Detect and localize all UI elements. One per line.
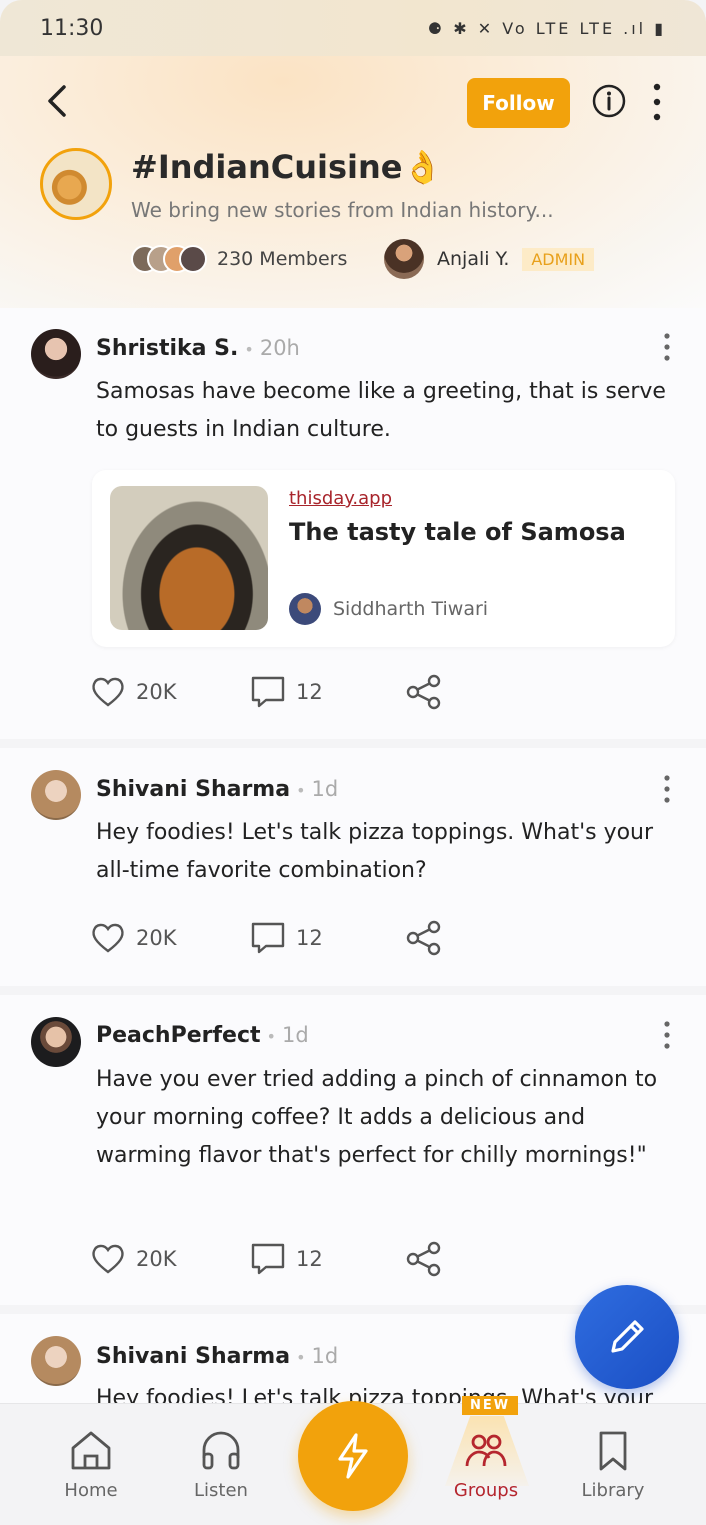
admin-avatar xyxy=(384,239,424,279)
home-icon xyxy=(71,1431,111,1470)
admin-name: Anjali Y. xyxy=(437,248,510,270)
post-time: 1d xyxy=(311,1344,339,1368)
like-button[interactable]: 20K xyxy=(90,672,177,712)
groups-icon xyxy=(465,1434,507,1467)
post-more-icon[interactable] xyxy=(660,1020,674,1050)
like-count: 20K xyxy=(136,1247,177,1271)
post-actions: 20K 12 xyxy=(90,672,450,712)
more-options-icon[interactable] xyxy=(650,82,664,122)
info-icon[interactable] xyxy=(592,84,626,118)
post-time: 20h xyxy=(259,336,300,360)
pencil-icon xyxy=(611,1320,644,1353)
nav-home[interactable]: Home xyxy=(41,1428,141,1501)
new-badge: NEW xyxy=(462,1396,519,1415)
post-more-icon[interactable] xyxy=(660,332,674,362)
lightning-icon xyxy=(338,1433,368,1479)
nav-library[interactable]: Library xyxy=(563,1428,663,1501)
heart-icon xyxy=(92,677,124,707)
post-text: Hey foodies! Let's talk pizza toppings. … xyxy=(96,820,654,883)
post-actions: 20K 12 xyxy=(90,918,450,958)
status-time: 11:30 xyxy=(40,15,104,41)
comment-button[interactable]: 12 xyxy=(250,918,323,958)
post-text: Samosas have become like a greeting, tha… xyxy=(96,379,666,442)
group-description: We bring new stories from Indian history… xyxy=(131,198,554,222)
post-author-row: PeachPerfect • 1d xyxy=(96,1023,309,1048)
nav-home-label: Home xyxy=(64,1480,118,1501)
status-icons: ⚈ ✱ ✕ Vo LTE LTE .ıl ▮ xyxy=(427,18,666,38)
like-count: 20K xyxy=(136,680,177,704)
admin-badge: ADMIN xyxy=(522,247,595,271)
comment-button[interactable]: 12 xyxy=(250,1239,323,1279)
comment-icon xyxy=(251,676,285,708)
members-count: 230 Members xyxy=(217,248,348,270)
post-author[interactable]: Shristika S. xyxy=(96,336,238,361)
comment-count: 12 xyxy=(296,926,323,950)
back-icon[interactable] xyxy=(42,84,72,118)
share-icon xyxy=(406,920,441,956)
nav-groups-label: Groups xyxy=(453,1480,519,1501)
comment-icon xyxy=(251,922,285,954)
comment-icon xyxy=(251,1243,285,1275)
link-title: The tasty tale of Samosa xyxy=(289,518,626,546)
byline-avatar xyxy=(289,593,321,625)
comment-count: 12 xyxy=(296,1247,323,1271)
comment-count: 12 xyxy=(296,680,323,704)
post-more-icon[interactable] xyxy=(660,774,674,804)
follow-button[interactable]: Follow xyxy=(467,78,570,128)
post-author-row: Shivani Sharma • 1d xyxy=(96,777,339,802)
flash-button[interactable] xyxy=(298,1401,408,1511)
post-time: 1d xyxy=(311,777,339,801)
nav-library-label: Library xyxy=(581,1480,645,1501)
post-author-row: Shristika S. • 20h xyxy=(96,336,300,361)
headphones-icon xyxy=(202,1431,240,1470)
link-thumbnail xyxy=(110,486,268,630)
post-author-row: Shivani Sharma • 1d xyxy=(96,1344,339,1369)
compose-button[interactable] xyxy=(575,1285,679,1389)
bottom-nav: Home Listen NEW Groups Library xyxy=(0,1396,706,1525)
member-avatar xyxy=(179,245,207,273)
group-header: Follow #IndianCuisine👌 We bring new stor… xyxy=(0,56,706,308)
share-button[interactable] xyxy=(405,918,453,958)
heart-icon xyxy=(92,1244,124,1274)
post-actions: 20K 12 xyxy=(90,1239,450,1279)
avatar[interactable] xyxy=(31,1017,81,1067)
comment-button[interactable]: 12 xyxy=(250,672,323,712)
like-button[interactable]: 20K xyxy=(90,918,177,958)
nav-listen-label: Listen xyxy=(194,1480,248,1501)
bookmark-icon xyxy=(599,1431,627,1471)
like-count: 20K xyxy=(136,926,177,950)
group-title: #IndianCuisine👌 xyxy=(131,148,443,186)
nav-groups[interactable]: Groups xyxy=(436,1428,536,1501)
admin-row[interactable]: Anjali Y. ADMIN xyxy=(384,239,595,279)
post-author[interactable]: PeachPerfect xyxy=(96,1023,261,1048)
link-source[interactable]: thisday.app xyxy=(289,488,392,509)
avatar[interactable] xyxy=(31,329,81,379)
share-icon xyxy=(406,1241,441,1277)
byline-name: Siddharth Tiwari xyxy=(333,598,489,620)
nav-listen[interactable]: Listen xyxy=(171,1428,271,1501)
like-button[interactable]: 20K xyxy=(90,1239,177,1279)
post-card: Shristika S. • 20h Samosas have become lik… xyxy=(0,308,706,739)
share-icon xyxy=(406,674,441,710)
heart-icon xyxy=(92,923,124,953)
post-text: Have you ever tried adding a pinch of ci… xyxy=(96,1067,658,1168)
share-button[interactable] xyxy=(405,1239,453,1279)
avatar[interactable] xyxy=(31,770,81,820)
avatar[interactable] xyxy=(31,1336,81,1386)
link-byline: Siddharth Tiwari xyxy=(289,593,488,625)
group-avatar xyxy=(40,148,112,220)
post-time: 1d xyxy=(281,1023,309,1047)
post-author[interactable]: Shivani Sharma xyxy=(96,777,290,802)
members-row[interactable]: 230 Members xyxy=(131,244,347,274)
post-card: Shivani Sharma • 1d Hey foodies! Let's tal… xyxy=(0,748,706,986)
post-card: PeachPerfect • 1d Have you ever tried addi… xyxy=(0,995,706,1305)
share-button[interactable] xyxy=(405,672,453,712)
link-preview-card[interactable]: thisday.app The tasty tale of Samosa Sid… xyxy=(92,470,675,647)
post-author[interactable]: Shivani Sharma xyxy=(96,1344,290,1369)
status-bar: 11:30 ⚈ ✱ ✕ Vo LTE LTE .ıl ▮ xyxy=(0,0,706,56)
